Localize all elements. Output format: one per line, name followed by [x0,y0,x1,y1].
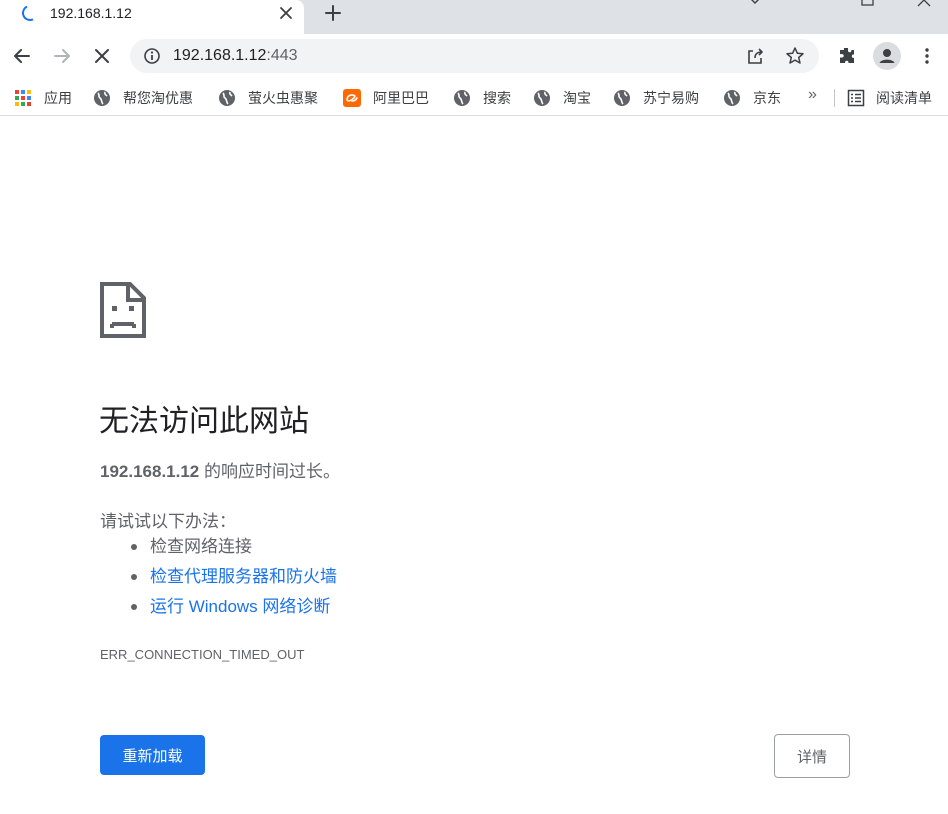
site-info-icon[interactable] [143,47,161,65]
close-tab-icon[interactable] [276,3,296,23]
alibaba-logo-icon [343,89,361,107]
globe-icon [614,90,630,106]
profile-icon[interactable] [873,42,901,70]
bookmarks-divider [834,89,835,107]
menu-icon[interactable] [915,44,939,68]
more-bookmarks-chevron[interactable]: » [808,86,817,104]
forward-arrow-icon[interactable] [50,44,74,68]
new-tab-plus-icon[interactable] [320,1,346,25]
bookmark-alibaba[interactable]: 阿里巴巴 [343,87,429,109]
stop-loading-icon[interactable] [90,44,114,68]
bookmark-item[interactable]: 帮您淘优惠 [93,87,193,109]
suggestions-list: 检查网络连接 检查代理服务器和防火墙 运行 Windows 网络诊断 [130,535,337,625]
loading-spinner-icon [19,2,41,24]
error-code: ERR_CONNECTION_TIMED_OUT [100,647,305,662]
window-close-icon[interactable] [914,0,936,10]
error-summary: 192.168.1.12 的响应时间过长。 [100,457,340,482]
bookmark-label: 苏宁易购 [643,90,699,106]
browser-toolbar: 192.168.1.12:443 [0,34,948,80]
suggestions-heading: 请试试以下办法： [100,512,236,531]
error-host: 192.168.1.12 [100,462,200,481]
extensions-icon[interactable] [835,44,859,68]
tab-active[interactable]: 192.168.1.12 [0,0,304,34]
apps-grid-icon [15,90,31,106]
bookmark-label: 帮您淘优惠 [123,90,193,106]
reading-list-button[interactable]: 阅读清单 [847,87,932,109]
bookmark-label: 萤火虫惠聚 [248,90,318,106]
star-icon[interactable] [785,46,805,66]
maximize-icon[interactable] [857,0,879,10]
bookmark-item[interactable]: 淘宝 [533,87,591,109]
bookmark-label: 应用 [44,90,72,106]
reading-list-label: 阅读清单 [876,90,932,106]
bookmarks-bar: 应用 帮您淘优惠 萤火虫惠聚 阿里巴巴 搜索 淘宝 苏宁易购 京东 » 阅读清单 [0,80,948,116]
reading-list-icon [847,89,865,107]
url-host: 192.168.1.12 [173,47,267,64]
globe-icon [534,90,550,106]
details-button[interactable]: 详情 [774,734,850,778]
address-bar[interactable]: 192.168.1.12:443 [130,39,819,73]
error-summary-text: 的响应时间过长。 [199,462,340,481]
globe-icon [219,90,235,106]
globe-icon [724,90,740,106]
suggestion-windows-diagnostics-link[interactable]: 运行 Windows 网络诊断 [130,595,337,625]
bookmark-item[interactable]: 苏宁易购 [613,87,699,109]
back-arrow-icon[interactable] [10,44,34,68]
tab-search-chevron-icon[interactable] [744,0,766,10]
error-title: 无法访问此网站 [99,405,309,438]
bookmark-label: 搜索 [483,90,511,106]
tab-title: 192.168.1.12 [50,5,132,21]
sad-page-icon [100,282,146,338]
tab-strip: 192.168.1.12 [0,0,948,34]
url-port: :443 [266,47,298,64]
bookmark-label: 淘宝 [563,90,591,106]
bookmark-item[interactable]: 萤火虫惠聚 [218,87,318,109]
error-page: 无法访问此网站 192.168.1.12 的响应时间过长。 请试试以下办法： 检… [0,117,948,814]
bookmark-label: 阿里巴巴 [373,90,429,106]
bookmark-label: 京东 [753,90,781,106]
bookmark-item[interactable]: 搜索 [453,87,511,109]
share-icon[interactable] [745,46,765,66]
bookmark-item[interactable]: 京东 [723,87,781,109]
url-text[interactable]: 192.168.1.12:443 [173,47,298,65]
suggestion-check-proxy-link[interactable]: 检查代理服务器和防火墙 [130,565,337,595]
bookmark-apps[interactable]: 应用 [14,87,72,109]
globe-icon [454,90,470,106]
suggestion-check-network: 检查网络连接 [130,535,337,565]
reload-button[interactable]: 重新加载 [100,735,205,775]
globe-icon [94,90,110,106]
